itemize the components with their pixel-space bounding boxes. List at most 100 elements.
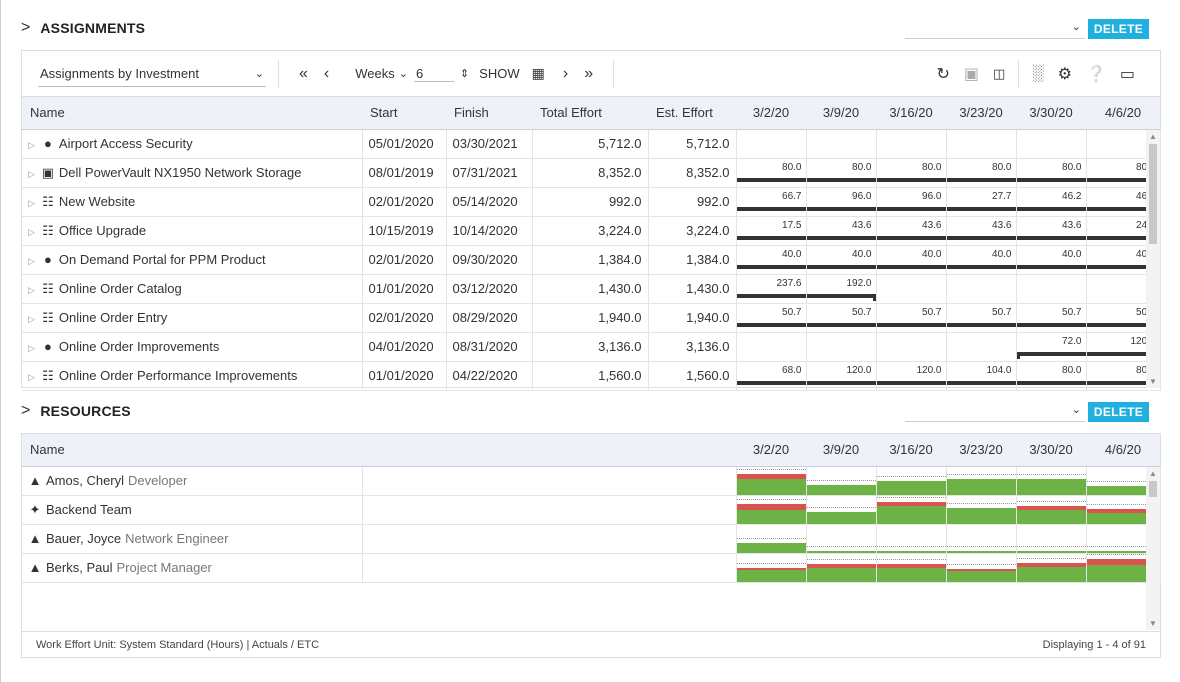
- settings-gear-icon[interactable]: ⚙: [1058, 64, 1072, 84]
- scroll-thumb[interactable]: [1149, 144, 1157, 244]
- col-est-effort[interactable]: Est. Effort: [648, 97, 736, 130]
- expand-triangle-icon[interactable]: ▷: [28, 314, 35, 324]
- col-week[interactable]: 3/16/20: [876, 434, 946, 467]
- table-row[interactable]: ▷ ☷ New Website 02/01/2020 05/14/2020 992.0 99…: [22, 187, 1161, 217]
- finish-date[interactable]: 05/14/2020: [446, 187, 533, 217]
- assignments-scrollbar[interactable]: ▲ ▼: [1146, 130, 1160, 388]
- gantt-cell[interactable]: 80.0: [1016, 158, 1087, 188]
- gantt-cell[interactable]: 50.7: [1016, 303, 1087, 333]
- start-date[interactable]: 01/01/2020: [362, 361, 447, 391]
- gantt-cell[interactable]: 40.0: [946, 245, 1017, 275]
- est-effort[interactable]: 3,136.0: [648, 332, 737, 362]
- table-row[interactable]: ▷ ☷ Online Order Performance Improvements 0…: [22, 361, 1161, 391]
- assignment-name-cell[interactable]: ▷ ☷ New Website: [22, 187, 363, 217]
- capacity-cell[interactable]: [806, 495, 877, 525]
- start-date[interactable]: 05/01/2020: [362, 129, 447, 159]
- stepper-icon[interactable]: ⇕: [460, 67, 469, 80]
- resource-name-cell[interactable]: ▲ Bauer, Joyce Network Engineer: [22, 524, 363, 554]
- gantt-cell[interactable]: [876, 274, 947, 304]
- resource-name-cell[interactable]: ▲ Berks, Paul Project Manager: [22, 553, 363, 583]
- show-label[interactable]: SHOW: [479, 66, 519, 81]
- gantt-cell[interactable]: 27.7: [946, 187, 1017, 217]
- assignment-name-cell[interactable]: ▷ ☷ Office Upgrade: [22, 216, 363, 246]
- start-date[interactable]: 04/01/2020: [362, 332, 447, 362]
- expand-triangle-icon[interactable]: ▷: [28, 256, 35, 266]
- capacity-cell[interactable]: [876, 495, 947, 525]
- total-effort[interactable]: 1,560.0: [532, 361, 649, 391]
- total-effort[interactable]: 992.0: [532, 187, 649, 217]
- total-effort[interactable]: 1,430.0: [532, 274, 649, 304]
- assignment-name-cell[interactable]: ▷ ● On Demand Portal for PPM Product: [22, 245, 363, 275]
- assignments-delete-button[interactable]: DELETE: [1087, 19, 1149, 39]
- table-row[interactable]: ▷ ☷ Online Order Catalog 01/01/2020 03/12/20…: [22, 274, 1161, 304]
- finish-date[interactable]: 09/30/2020: [446, 245, 533, 275]
- gantt-cell[interactable]: 46.2: [1016, 187, 1087, 217]
- finish-date[interactable]: 08/29/2020: [446, 303, 533, 333]
- resources-scrollbar[interactable]: ▲ ▼: [1146, 467, 1160, 630]
- start-date[interactable]: 02/01/2020: [362, 187, 447, 217]
- gantt-cell[interactable]: 68.0: [736, 361, 807, 391]
- capacity-cell[interactable]: [946, 495, 1017, 525]
- assignment-name-cell[interactable]: ▷ ☷ Online Order Entry: [22, 303, 363, 333]
- gantt-cell[interactable]: 40.0: [876, 245, 947, 275]
- previous-page-icon[interactable]: ‹: [324, 65, 329, 83]
- assignment-name-cell[interactable]: ▷ ☷ Online Order Catalog: [22, 274, 363, 304]
- expand-chevron-icon[interactable]: >: [21, 402, 30, 420]
- excel-export-icon[interactable]: ◫: [993, 66, 1005, 82]
- last-page-icon[interactable]: »: [584, 65, 593, 83]
- col-week[interactable]: 3/2/20: [736, 97, 806, 130]
- table-row[interactable]: ✦ Backend Team: [22, 495, 1161, 525]
- finish-date[interactable]: 04/22/2020: [446, 361, 533, 391]
- gantt-cell[interactable]: 43.6: [1016, 216, 1087, 246]
- gantt-cell[interactable]: 40.0: [736, 245, 807, 275]
- assignment-name-cell[interactable]: ▷ ● Online Order Improvements: [22, 332, 363, 362]
- expand-triangle-icon[interactable]: ▷: [28, 198, 35, 208]
- est-effort[interactable]: 1,384.0: [648, 245, 737, 275]
- gantt-cell[interactable]: [946, 274, 1017, 304]
- gantt-cell[interactable]: 43.6: [876, 216, 947, 246]
- capacity-cell[interactable]: [876, 466, 947, 496]
- calendar-icon[interactable]: ▦: [532, 65, 545, 82]
- table-row[interactable]: ▷ ● Online Order Improvements 04/01/2020 08/…: [22, 332, 1161, 362]
- expand-triangle-icon[interactable]: ▷: [28, 169, 35, 179]
- table-row[interactable]: ▷ ☷ Online Order Entry 02/01/2020 08/29/2020…: [22, 303, 1161, 333]
- gantt-cell[interactable]: [876, 129, 947, 159]
- capacity-cell[interactable]: [736, 553, 807, 583]
- col-finish[interactable]: Finish: [446, 97, 532, 130]
- gantt-cell[interactable]: 120.0: [876, 361, 947, 391]
- resource-name-cell[interactable]: ✦ Backend Team: [22, 495, 363, 525]
- gantt-cell[interactable]: 50.7: [806, 303, 877, 333]
- finish-date[interactable]: 03/12/2020: [446, 274, 533, 304]
- est-effort[interactable]: 1,940.0: [648, 303, 737, 333]
- start-date[interactable]: 02/01/2020: [362, 245, 447, 275]
- gantt-cell[interactable]: [806, 332, 877, 362]
- total-effort[interactable]: 3,136.0: [532, 332, 649, 362]
- capacity-cell[interactable]: [1016, 466, 1087, 496]
- capacity-cell[interactable]: [736, 495, 807, 525]
- total-effort[interactable]: 1,384.0: [532, 245, 649, 275]
- period-count-input[interactable]: 6: [413, 66, 454, 82]
- est-effort[interactable]: 5,712.0: [648, 129, 737, 159]
- col-week[interactable]: 3/30/20: [1016, 97, 1086, 130]
- col-week[interactable]: 3/23/20: [946, 434, 1016, 467]
- est-effort[interactable]: 992.0: [648, 187, 737, 217]
- col-week[interactable]: 3/23/20: [946, 97, 1016, 130]
- resources-action-dropdown[interactable]: ⌄: [905, 402, 1085, 422]
- scroll-up-icon[interactable]: ▲: [1146, 469, 1160, 478]
- gantt-cell[interactable]: 80.0: [736, 158, 807, 188]
- gantt-cell[interactable]: 72.0: [1016, 332, 1087, 362]
- chart-options-icon[interactable]: ░: [1032, 65, 1043, 83]
- table-row[interactable]: ▷ ● Airport Access Security 05/01/2020 03/30…: [22, 129, 1161, 159]
- table-row[interactable]: ▷ ● On Demand Portal for PPM Product 02/01/…: [22, 245, 1161, 275]
- gantt-cell[interactable]: 50.7: [736, 303, 807, 333]
- refresh-icon[interactable]: ↻: [936, 64, 949, 84]
- gantt-cell[interactable]: [946, 129, 1017, 159]
- gantt-cell[interactable]: 96.0: [876, 187, 947, 217]
- finish-date[interactable]: 10/14/2020: [446, 216, 533, 246]
- view-select[interactable]: Assignments by Investment ⌄: [38, 61, 266, 87]
- gantt-cell[interactable]: 80.0: [876, 158, 947, 188]
- finish-date[interactable]: 08/31/2020: [446, 332, 533, 362]
- gantt-cell[interactable]: 50.7: [876, 303, 947, 333]
- table-row[interactable]: ▷ ▣ Dell PowerVault NX1950 Network Storage…: [22, 158, 1161, 188]
- gantt-cell[interactable]: 80.0: [946, 158, 1017, 188]
